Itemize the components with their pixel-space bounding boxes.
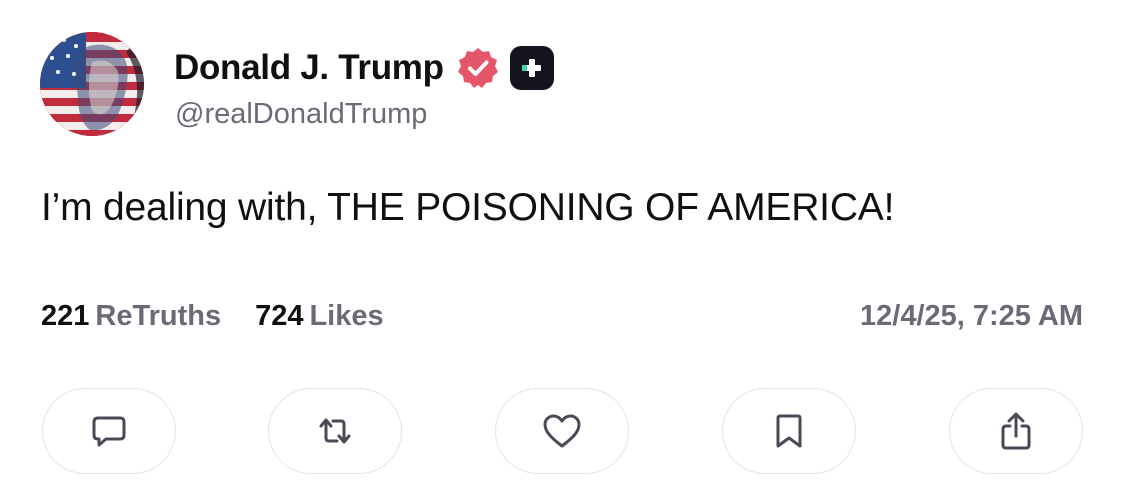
- verified-badge-icon: [457, 48, 498, 88]
- bookmark-icon: [776, 414, 802, 448]
- likes-label: Likes: [309, 300, 384, 332]
- share-button[interactable]: [949, 388, 1083, 474]
- share-icon: [1001, 412, 1031, 450]
- like-button[interactable]: [495, 388, 629, 474]
- reply-icon: [92, 416, 126, 447]
- heart-icon: [543, 414, 581, 448]
- post-timestamp: 12/4/25, 7:25 AM: [860, 300, 1083, 332]
- truth-plus-icon: [509, 46, 554, 90]
- display-name[interactable]: Donald J. Trump: [174, 48, 444, 88]
- retruth-button[interactable]: [268, 388, 402, 474]
- reply-button[interactable]: [42, 388, 176, 474]
- likes-stat[interactable]: 724 Likes: [255, 300, 384, 333]
- avatar-image: [40, 32, 144, 136]
- truth-post: Donald J. Trump @realDonaldTrump I’m dea…: [0, 0, 1125, 495]
- post-stats: 221 ReTruths 724 Likes: [41, 300, 418, 333]
- handle[interactable]: @realDonaldTrump: [175, 98, 427, 131]
- avatar[interactable]: [40, 32, 144, 136]
- retruths-stat[interactable]: 221 ReTruths: [41, 300, 221, 333]
- name-row: Donald J. Trump: [174, 44, 555, 92]
- bookmark-button[interactable]: [722, 388, 856, 474]
- retruths-label: ReTruths: [95, 300, 222, 332]
- post-text: I’m dealing with, THE POISONING OF AMERI…: [41, 186, 895, 229]
- retruths-count: 221: [41, 300, 90, 332]
- likes-count: 724: [255, 300, 304, 332]
- retruth-icon: [319, 418, 351, 444]
